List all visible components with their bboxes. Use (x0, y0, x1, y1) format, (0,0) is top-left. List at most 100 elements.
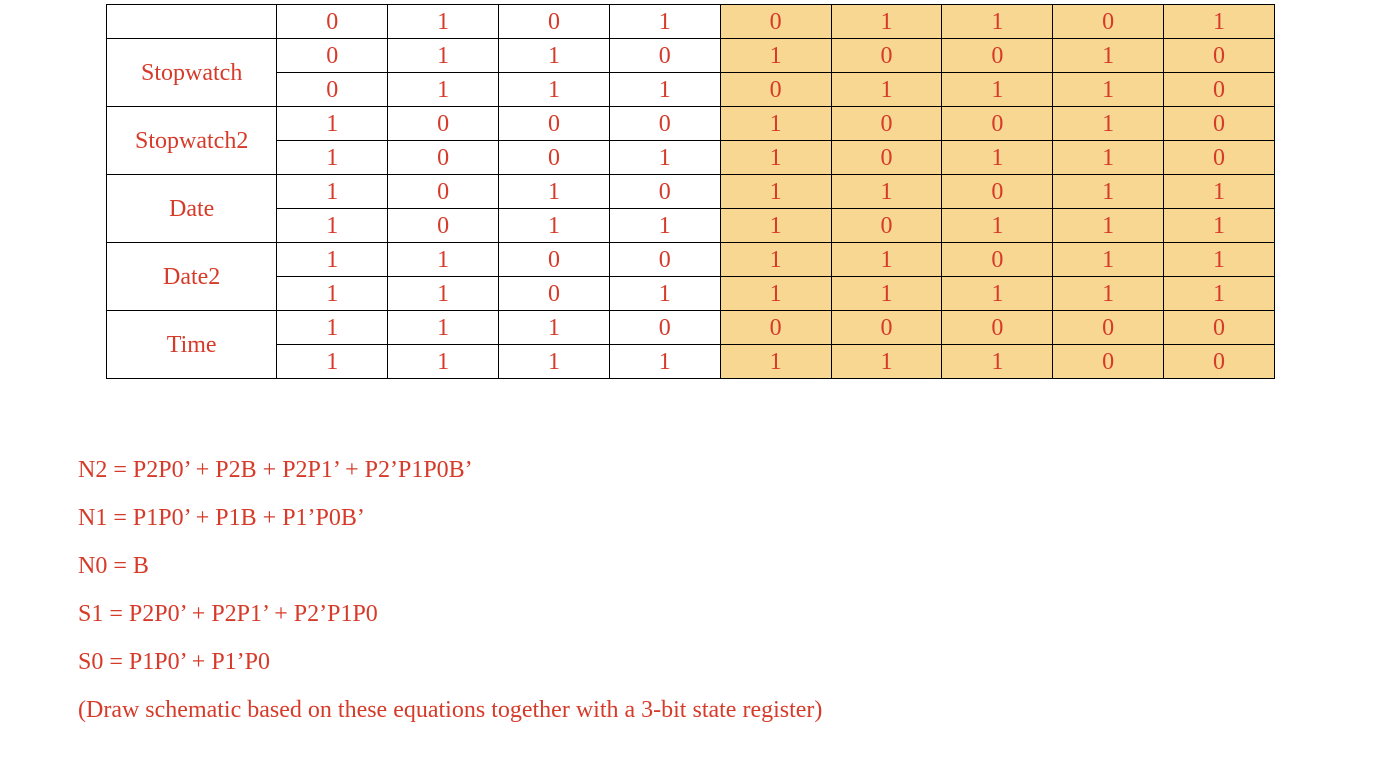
table-cell: 0 (499, 5, 610, 39)
row-label (107, 5, 277, 39)
table-cell: 1 (942, 277, 1053, 311)
table-cell: 1 (499, 175, 610, 209)
row-label: Date (107, 175, 277, 243)
table-cell: 0 (831, 39, 942, 73)
table-cell: 1 (720, 209, 831, 243)
equations-block: N2 = P2P0’ + P2B + P2P1’ + P2’P1P0B’ N1 … (78, 446, 822, 734)
table-cell: 1 (831, 5, 942, 39)
table-cell: 1 (942, 345, 1053, 379)
table-cell: 0 (942, 107, 1053, 141)
table-cell: 0 (1164, 141, 1275, 175)
table-cell: 0 (1164, 107, 1275, 141)
table-cell: 1 (942, 209, 1053, 243)
table-cell: 0 (831, 141, 942, 175)
table-cell: 1 (499, 209, 610, 243)
table-cell: 1 (609, 5, 720, 39)
table-cell: 1 (388, 345, 499, 379)
row-label: Date2 (107, 243, 277, 311)
table-cell: 1 (499, 311, 610, 345)
table-cell: 1 (831, 277, 942, 311)
table-cell: 1 (831, 175, 942, 209)
table-cell: 1 (388, 277, 499, 311)
table-cell: 0 (831, 209, 942, 243)
table-cell: 1 (831, 345, 942, 379)
table-cell: 0 (277, 5, 388, 39)
table-cell: 0 (1164, 73, 1275, 107)
equation-n1: N1 = P1P0’ + P1B + P1’P0B’ (78, 494, 822, 542)
table-cell: 1 (499, 345, 610, 379)
table-cell: 1 (1053, 73, 1164, 107)
table-cell: 0 (942, 175, 1053, 209)
table-cell: 0 (499, 107, 610, 141)
table-cell: 1 (609, 345, 720, 379)
table-cell: 0 (1164, 39, 1275, 73)
table-cell: 0 (942, 39, 1053, 73)
table-cell: 1 (609, 73, 720, 107)
table-cell: 1 (609, 277, 720, 311)
table-cell: 0 (609, 243, 720, 277)
table-cell: 1 (720, 345, 831, 379)
table-cell: 1 (1164, 175, 1275, 209)
table-cell: 1 (720, 141, 831, 175)
table-cell: 1 (277, 311, 388, 345)
table-cell: 0 (831, 311, 942, 345)
table-cell: 0 (277, 73, 388, 107)
table-cell: 1 (609, 141, 720, 175)
table-cell: 1 (277, 141, 388, 175)
table-cell: 1 (720, 277, 831, 311)
table-cell: 0 (720, 5, 831, 39)
equation-n0: N0 = B (78, 542, 822, 590)
table-cell: 1 (1164, 243, 1275, 277)
table-cell: 0 (277, 39, 388, 73)
table-cell: 1 (942, 141, 1053, 175)
table-cell: 0 (609, 175, 720, 209)
table-cell: 0 (942, 311, 1053, 345)
table-cell: 1 (942, 5, 1053, 39)
table-cell: 0 (499, 141, 610, 175)
table-cell: 0 (1053, 5, 1164, 39)
table-cell: 1 (277, 277, 388, 311)
row-label: Stopwatch2 (107, 107, 277, 175)
table-cell: 1 (277, 175, 388, 209)
table-cell: 0 (1053, 345, 1164, 379)
table-cell: 1 (1164, 5, 1275, 39)
table-cell: 1 (499, 39, 610, 73)
table-cell: 0 (388, 175, 499, 209)
table-cell: 1 (277, 209, 388, 243)
equation-s1: S1 = P2P0’ + P2P1’ + P2’P1P0 (78, 590, 822, 638)
table-cell: 0 (609, 107, 720, 141)
table-cell: 0 (1164, 345, 1275, 379)
table-cell: 1 (277, 243, 388, 277)
table-cell: 1 (1053, 209, 1164, 243)
table-cell: 1 (720, 243, 831, 277)
table-cell: 1 (942, 73, 1053, 107)
table-cell: 0 (388, 107, 499, 141)
table-cell: 0 (609, 39, 720, 73)
equation-n2: N2 = P2P0’ + P2B + P2P1’ + P2’P1P0B’ (78, 446, 822, 494)
table-cell: 1 (388, 5, 499, 39)
table-cell: 1 (720, 107, 831, 141)
table-cell: 0 (1164, 311, 1275, 345)
table-cell: 1 (1053, 277, 1164, 311)
table-cell: 1 (720, 175, 831, 209)
schematic-note: (Draw schematic based on these equations… (78, 686, 822, 734)
table-cell: 0 (388, 209, 499, 243)
table-cell: 1 (720, 39, 831, 73)
row-label: Time (107, 311, 277, 379)
table-cell: 0 (499, 243, 610, 277)
table-cell: 1 (388, 73, 499, 107)
table-cell: 1 (388, 243, 499, 277)
table-cell: 0 (720, 73, 831, 107)
table-cell: 0 (609, 311, 720, 345)
table-cell: 1 (388, 311, 499, 345)
table-cell: 0 (720, 311, 831, 345)
table-cell: 0 (942, 243, 1053, 277)
table-cell: 1 (609, 209, 720, 243)
state-transition-table: 010101101Stopwatch011010010011101110Stop… (106, 4, 1275, 379)
equation-s0: S0 = P1P0’ + P1’P0 (78, 638, 822, 686)
table-cell: 0 (499, 277, 610, 311)
table-cell: 1 (831, 243, 942, 277)
table-cell: 1 (1053, 141, 1164, 175)
table-cell: 1 (277, 345, 388, 379)
table-cell: 0 (388, 141, 499, 175)
